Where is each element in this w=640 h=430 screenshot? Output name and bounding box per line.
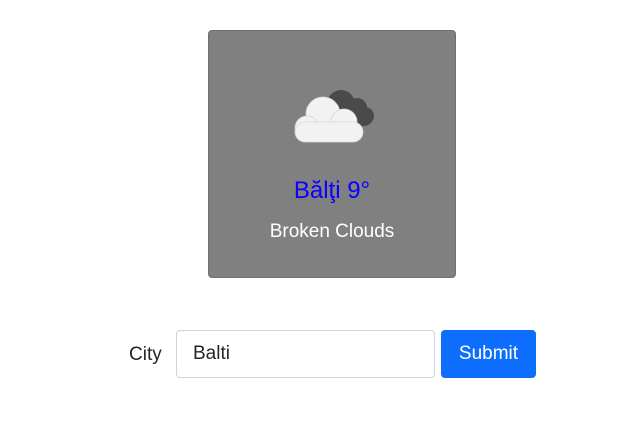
weather-app: Bălţi 9° Broken Clouds City Submit	[0, 0, 640, 430]
city-label: City	[129, 344, 162, 365]
weather-city-temperature: Bălţi 9°	[293, 177, 371, 204]
weather-description: Broken Clouds	[269, 221, 395, 242]
submit-button[interactable]: Submit	[441, 330, 536, 378]
broken-clouds-icon	[294, 90, 374, 143]
city-input[interactable]	[176, 330, 435, 378]
weather-card: Bălţi 9° Broken Clouds	[208, 30, 456, 278]
